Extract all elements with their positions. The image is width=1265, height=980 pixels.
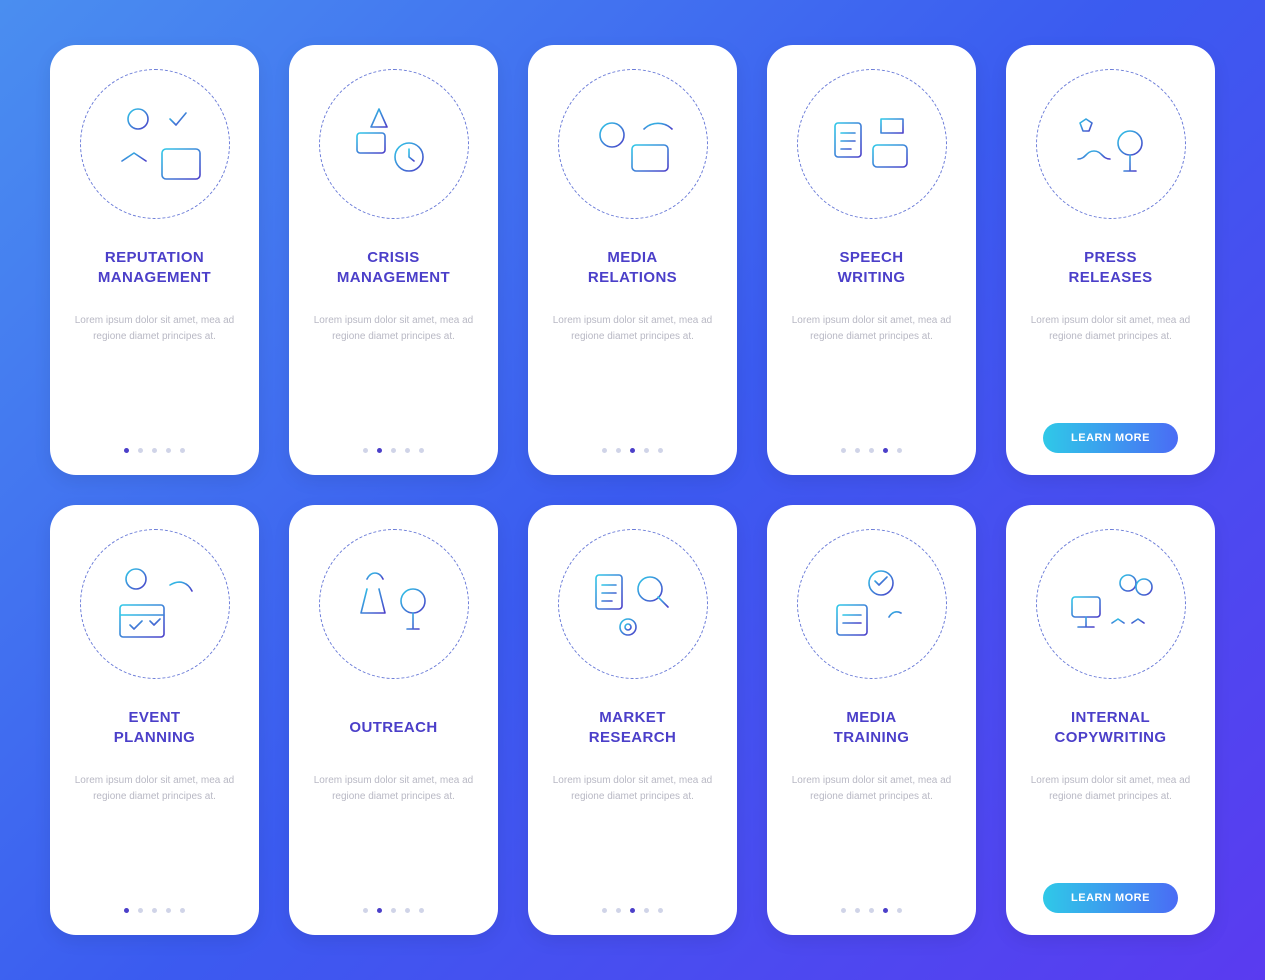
page-indicator [841,888,902,913]
page-dot[interactable] [658,448,663,453]
page-dot[interactable] [883,448,888,453]
page-dot[interactable] [363,908,368,913]
page-dot[interactable] [405,908,410,913]
card-title: REPUTATION MANAGEMENT [98,247,211,289]
card-description: Lorem ipsum dolor sit amet, mea ad regio… [548,313,718,344]
card-description: Lorem ipsum dolor sit amet, mea ad regio… [1026,313,1196,344]
page-dot[interactable] [883,908,888,913]
page-dot[interactable] [391,448,396,453]
press-icon [1036,69,1186,219]
page-dot[interactable] [855,448,860,453]
card-title: SPEECH WRITING [838,247,906,289]
learn-more-button[interactable]: LEARN MORE [1043,423,1178,453]
copy-icon [1036,529,1186,679]
page-dot[interactable] [897,448,902,453]
page-indicator [124,888,185,913]
onboarding-card-media-relations: MEDIA RELATIONS Lorem ipsum dolor sit ame… [528,45,737,475]
page-dot[interactable] [166,448,171,453]
page-dot[interactable] [602,908,607,913]
page-dot[interactable] [138,448,143,453]
page-dot[interactable] [405,448,410,453]
page-dot[interactable] [658,908,663,913]
page-dot[interactable] [630,908,635,913]
page-dot[interactable] [180,908,185,913]
page-dot[interactable] [152,908,157,913]
page-dot[interactable] [869,448,874,453]
card-description: Lorem ipsum dolor sit amet, mea ad regio… [309,773,479,804]
onboarding-card-press-releases: PRESS RELEASES Lorem ipsum dolor sit amet… [1006,45,1215,475]
card-title: INTERNAL COPYWRITING [1055,707,1167,749]
page-dot[interactable] [630,448,635,453]
page-dot[interactable] [377,908,382,913]
card-title: OUTREACH [349,707,437,749]
page-dot[interactable] [644,448,649,453]
card-title: MARKET RESEARCH [589,707,676,749]
page-dot[interactable] [602,448,607,453]
page-dot[interactable] [616,448,621,453]
onboarding-card-internal-copywriting: INTERNAL COPYWRITING Lorem ipsum dolor si… [1006,505,1215,935]
reputation-icon [80,69,230,219]
page-dot[interactable] [644,908,649,913]
card-description: Lorem ipsum dolor sit amet, mea ad regio… [787,773,957,804]
page-dot[interactable] [419,448,424,453]
card-title: EVENT PLANNING [114,707,196,749]
page-dot[interactable] [363,448,368,453]
page-dot[interactable] [855,908,860,913]
onboarding-card-media-training: MEDIA TRAINING Lorem ipsum dolor sit amet… [767,505,976,935]
speech-icon [797,69,947,219]
page-dot[interactable] [377,448,382,453]
page-dot[interactable] [841,908,846,913]
training-icon [797,529,947,679]
learn-more-button[interactable]: LEARN MORE [1043,883,1178,913]
card-description: Lorem ipsum dolor sit amet, mea ad regio… [70,773,240,804]
card-description: Lorem ipsum dolor sit amet, mea ad regio… [309,313,479,344]
onboarding-card-reputation-management: REPUTATION MANAGEMENT Lorem ipsum dolor s… [50,45,259,475]
page-dot[interactable] [166,908,171,913]
page-dot[interactable] [869,908,874,913]
page-dot[interactable] [391,908,396,913]
page-indicator [602,888,663,913]
page-dot[interactable] [180,448,185,453]
page-dot[interactable] [841,448,846,453]
onboarding-card-market-research: MARKET RESEARCH Lorem ipsum dolor sit ame… [528,505,737,935]
onboarding-card-outreach: OUTREACH Lorem ipsum dolor sit amet, mea … [289,505,498,935]
page-dot[interactable] [152,448,157,453]
outreach-icon [319,529,469,679]
page-indicator [602,428,663,453]
media-rel-icon [558,69,708,219]
page-dot[interactable] [138,908,143,913]
card-title: MEDIA RELATIONS [588,247,677,289]
page-dot[interactable] [616,908,621,913]
card-description: Lorem ipsum dolor sit amet, mea ad regio… [70,313,240,344]
onboarding-card-event-planning: EVENT PLANNING Lorem ipsum dolor sit amet… [50,505,259,935]
page-dot[interactable] [124,448,129,453]
card-title: CRISIS MANAGEMENT [337,247,450,289]
card-description: Lorem ipsum dolor sit amet, mea ad regio… [548,773,718,804]
card-title: MEDIA TRAINING [834,707,910,749]
page-indicator [124,428,185,453]
card-description: Lorem ipsum dolor sit amet, mea ad regio… [787,313,957,344]
card-description: Lorem ipsum dolor sit amet, mea ad regio… [1026,773,1196,804]
market-icon [558,529,708,679]
card-title: PRESS RELEASES [1068,247,1152,289]
page-indicator [363,428,424,453]
onboarding-card-speech-writing: SPEECH WRITING Lorem ipsum dolor sit amet… [767,45,976,475]
onboarding-card-crisis-management: CRISIS MANAGEMENT Lorem ipsum dolor sit a… [289,45,498,475]
crisis-icon [319,69,469,219]
page-dot[interactable] [124,908,129,913]
page-dot[interactable] [897,908,902,913]
page-indicator [363,888,424,913]
page-indicator [841,428,902,453]
page-dot[interactable] [419,908,424,913]
event-icon [80,529,230,679]
